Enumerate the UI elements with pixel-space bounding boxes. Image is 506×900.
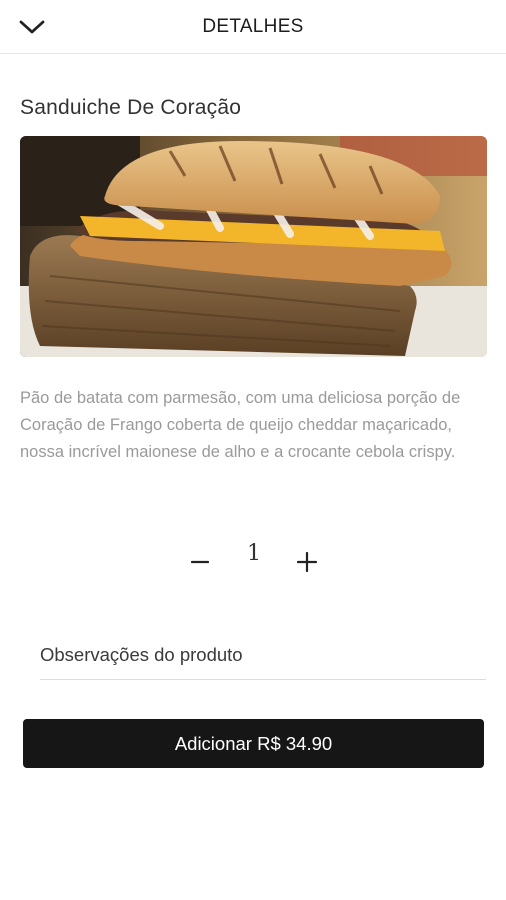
minus-icon	[191, 560, 209, 564]
decrease-quantity-button[interactable]	[185, 545, 215, 579]
quantity-value: 1	[247, 541, 261, 566]
product-name: Sanduiche De Coração	[20, 96, 242, 119]
sandwich-photo	[20, 136, 487, 357]
product-image	[20, 136, 487, 357]
add-to-cart-button[interactable]: Adicionar R$ 34.90	[23, 719, 484, 768]
top-bar: DETALHES	[0, 0, 506, 54]
page-title: DETALHES	[202, 16, 304, 37]
increase-quantity-button[interactable]	[292, 545, 322, 579]
plus-icon	[297, 552, 317, 572]
product-notes-input[interactable]	[40, 630, 486, 680]
product-description: Pão de batata com parmesão, com uma deli…	[20, 389, 461, 461]
